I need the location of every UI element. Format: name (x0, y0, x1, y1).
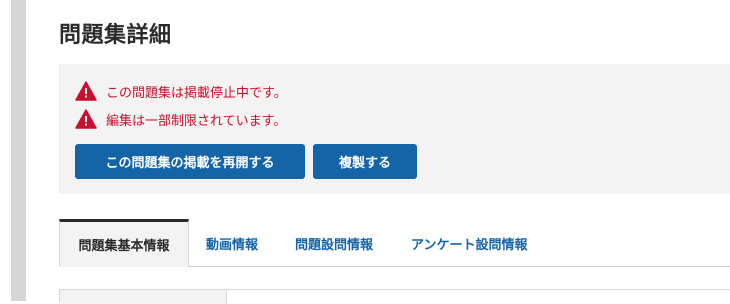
tab-bar: 問題集基本情報 動画情報 問題設問情報 アンケート設問情報 (59, 219, 730, 267)
tab-survey-info[interactable]: アンケート設問情報 (411, 219, 527, 267)
notice-row: この問題集は掲載停止中です。 (75, 80, 287, 102)
page-margin (0, 0, 11, 301)
tab-question-info[interactable]: 問題設問情報 (295, 219, 373, 267)
resume-publishing-button[interactable]: この問題集の掲載を再開する (75, 144, 305, 179)
notice-text: この問題集は掲載停止中です。 (106, 85, 287, 101)
duplicate-button[interactable]: 複製する (313, 144, 417, 179)
sidebar-edge (11, 0, 26, 301)
tab-basic-info[interactable]: 問題集基本情報 (59, 219, 189, 267)
page-title: 問題集詳細 (59, 23, 172, 48)
notice-panel: この問題集は掲載停止中です。 編集は一部制限されています。 この問題集の掲載を再… (59, 64, 730, 194)
notice-row: 編集は一部制限されています。 (75, 108, 286, 130)
warning-icon (75, 109, 97, 129)
table-header-cell (60, 290, 227, 304)
tab-video-info[interactable]: 動画情報 (206, 219, 258, 267)
notice-text: 編集は一部制限されています。 (106, 113, 287, 129)
warning-icon (75, 81, 97, 101)
